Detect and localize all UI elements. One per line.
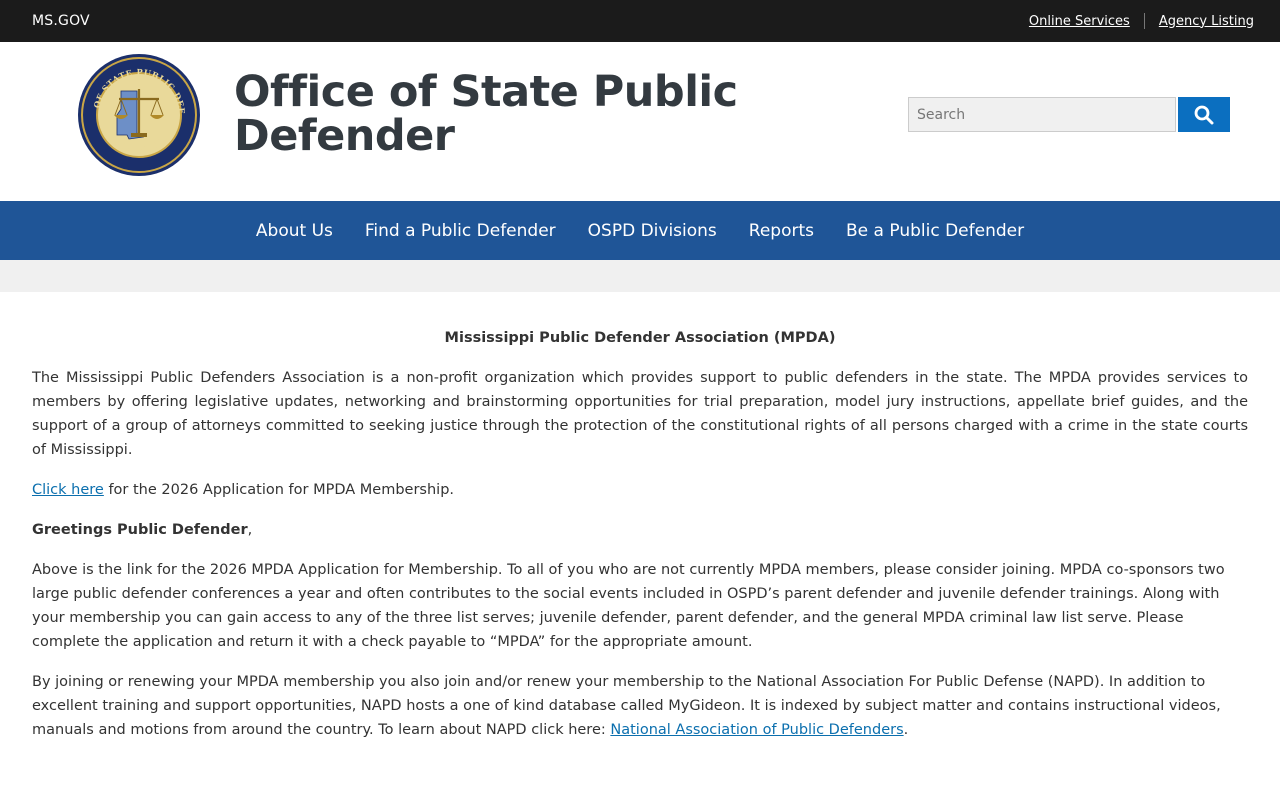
ms-gov-link[interactable]: MS.GOV xyxy=(32,13,90,29)
application-link[interactable]: Click here xyxy=(32,482,104,498)
greeting-paragraph: Greetings Public Defender, xyxy=(32,518,1248,542)
breadcrumb-band xyxy=(0,260,1280,292)
page-heading: Mississippi Public Defender Association … xyxy=(444,330,836,346)
online-services-link[interactable]: Online Services xyxy=(1015,14,1144,29)
state-seal-icon[interactable]: OFFICE OF STATE PUBLIC DEFENDER MISSISSI… xyxy=(77,53,201,177)
nav-about-us[interactable]: About Us xyxy=(240,221,349,241)
napd-paragraph: By joining or renewing your MPDA members… xyxy=(32,670,1248,742)
greeting-suffix: , xyxy=(247,522,253,538)
search-button[interactable] xyxy=(1178,97,1230,132)
application-paragraph: Click here for the 2026 Application for … xyxy=(32,478,1248,502)
agency-listing-link[interactable]: Agency Listing xyxy=(1145,14,1254,29)
membership-paragraph: Above is the link for the 2026 MPDA Appl… xyxy=(32,562,1225,650)
utility-links: Online Services Agency Listing xyxy=(1015,13,1254,29)
utility-bar: MS.GOV Online Services Agency Listing xyxy=(0,0,1280,42)
nav-reports[interactable]: Reports xyxy=(733,221,830,241)
search-box xyxy=(908,97,1230,132)
napd-suffix: . xyxy=(903,722,909,738)
search-input[interactable] xyxy=(908,97,1176,132)
application-text: for the 2026 Application for MPDA Member… xyxy=(103,482,455,498)
main-content: Mississippi Public Defender Association … xyxy=(0,292,1280,742)
nav-find-public-defender[interactable]: Find a Public Defender xyxy=(349,221,572,241)
nav-be-public-defender[interactable]: Be a Public Defender xyxy=(830,221,1040,241)
nav-ospd-divisions[interactable]: OSPD Divisions xyxy=(572,221,733,241)
search-icon xyxy=(1194,105,1214,124)
greeting-text: Greetings Public Defender xyxy=(32,522,248,538)
site-header: OFFICE OF STATE PUBLIC DEFENDER MISSISSI… xyxy=(0,42,1280,201)
site-title[interactable]: Office of State Public Defender xyxy=(234,70,794,158)
intro-paragraph: The Mississippi Public Defenders Associa… xyxy=(32,370,1248,458)
main-nav: About Us Find a Public Defender OSPD Div… xyxy=(0,201,1280,260)
napd-link[interactable]: National Association of Public Defenders xyxy=(610,722,903,738)
